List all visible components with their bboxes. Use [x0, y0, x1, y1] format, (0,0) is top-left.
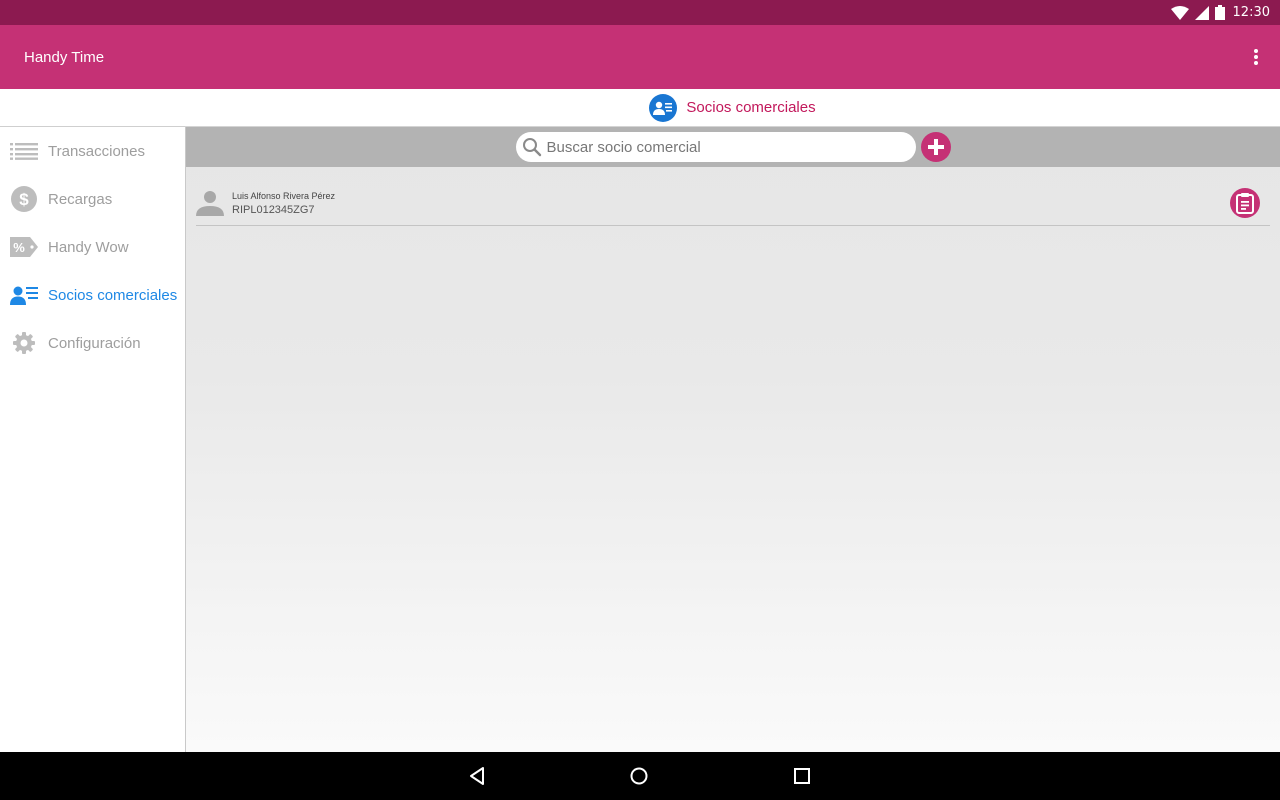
- app-bar: Handy Time: [0, 25, 1280, 89]
- sidebar-item-handy-wow[interactable]: % Handy Wow: [0, 223, 185, 271]
- sidebar-header: [0, 89, 185, 127]
- main-content: Luis Alfonso Rivera Pérez RIPL012345ZG7: [186, 127, 1280, 752]
- overflow-menu-button[interactable]: [1244, 45, 1268, 69]
- signal-icon: [1194, 5, 1209, 20]
- app-title: Handy Time: [24, 48, 105, 66]
- sidebar-item-label: Transacciones: [48, 142, 145, 160]
- home-button[interactable]: [619, 756, 659, 796]
- sidebar: Transacciones $ Recargas % Handy Wow Soc…: [0, 127, 186, 752]
- sidebar-item-recargas[interactable]: $ Recargas: [0, 175, 185, 223]
- sidebar-item-label: Handy Wow: [48, 238, 129, 256]
- svg-text:%: %: [13, 240, 25, 255]
- search-bar: [186, 127, 1280, 167]
- system-nav-bar: [0, 752, 1280, 800]
- home-icon: [630, 767, 648, 785]
- status-bar: 12:30: [0, 0, 1280, 25]
- back-icon: [470, 767, 484, 785]
- search-input[interactable]: [546, 138, 916, 156]
- partner-name: Luis Alfonso Rivera Pérez: [232, 190, 336, 201]
- business-partners-icon: [10, 281, 38, 309]
- dollar-icon: $: [10, 185, 38, 213]
- sidebar-item-label: Configuración: [48, 334, 141, 352]
- sidebar-item-transacciones[interactable]: Transacciones: [0, 127, 185, 175]
- add-partner-button[interactable]: [920, 132, 951, 162]
- more-vert-icon: [1254, 49, 1258, 65]
- section-header: Socios comerciales: [185, 89, 1280, 127]
- partner-detail-button[interactable]: [1230, 188, 1260, 218]
- sidebar-item-label: Recargas: [48, 190, 113, 208]
- wifi-icon: [1170, 5, 1189, 20]
- business-partners-icon: [649, 93, 678, 122]
- sidebar-item-configuracion[interactable]: Configuración: [0, 319, 185, 367]
- list-item[interactable]: Luis Alfonso Rivera Pérez RIPL012345ZG7: [196, 181, 1270, 226]
- percent-tag-icon: %: [10, 233, 38, 261]
- partner-rfc: RIPL012345ZG7: [232, 203, 315, 216]
- search-icon: [522, 138, 541, 157]
- clock: 12:30: [1232, 5, 1270, 20]
- section-title: Socios comerciales: [686, 99, 816, 116]
- sidebar-item-label: Socios comerciales: [48, 286, 178, 304]
- list-icon: [10, 137, 38, 165]
- recents-button[interactable]: [782, 756, 822, 796]
- plus-icon: [927, 139, 944, 155]
- svg-text:$: $: [19, 190, 29, 209]
- battery-icon: [1214, 5, 1225, 20]
- clipboard-icon: [1236, 193, 1254, 214]
- back-button[interactable]: [458, 756, 498, 796]
- search-box: [515, 132, 916, 162]
- sidebar-item-socios-comerciales[interactable]: Socios comerciales: [0, 271, 185, 319]
- recents-icon: [794, 768, 810, 784]
- gear-icon: [10, 329, 38, 357]
- person-icon: [196, 189, 224, 217]
